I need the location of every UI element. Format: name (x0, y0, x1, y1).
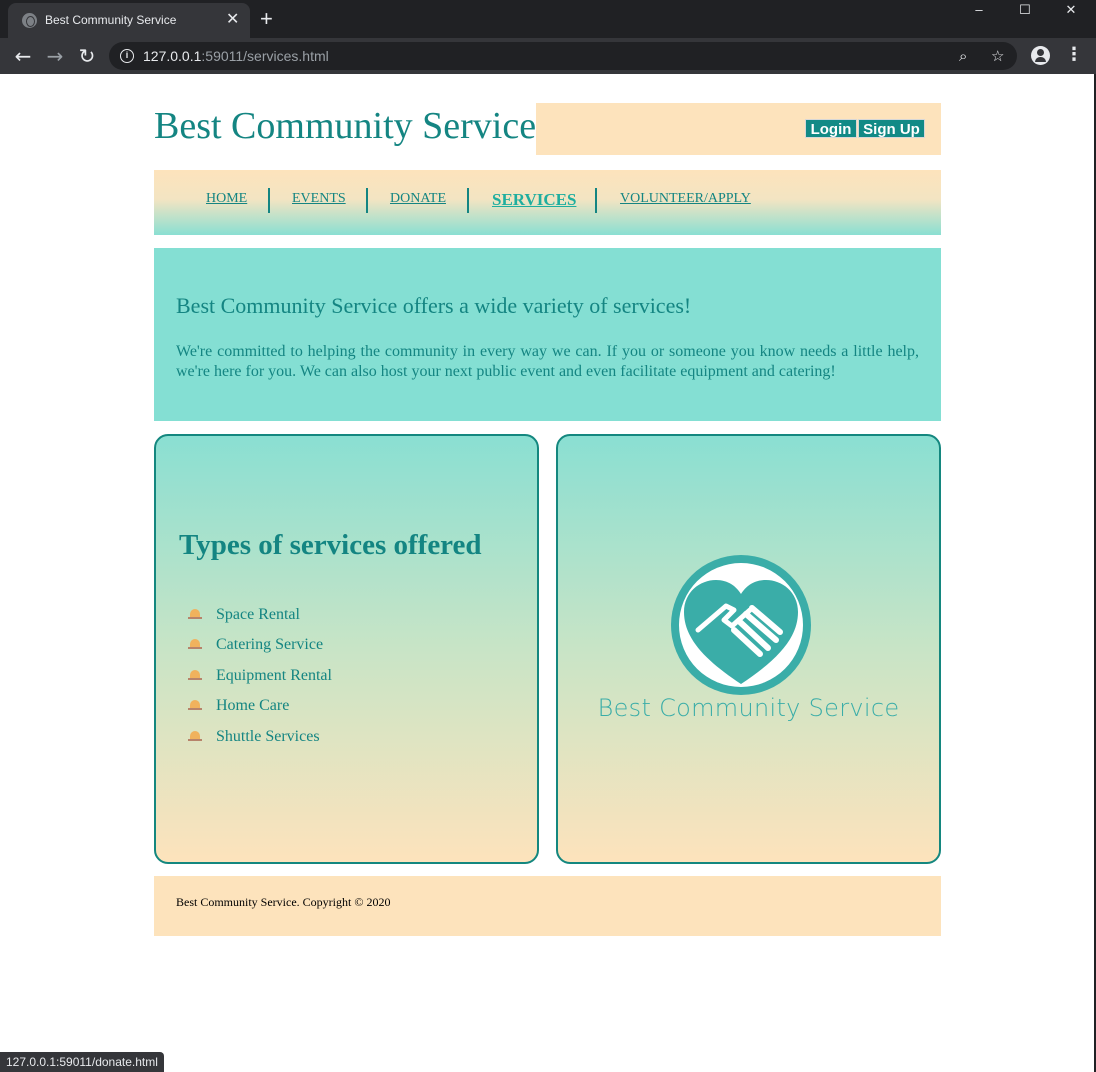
service-label: Shuttle Services (216, 728, 320, 745)
services-heading: Types of services offered (179, 529, 482, 561)
nav-divider (467, 188, 469, 213)
login-button[interactable]: Login (805, 119, 857, 138)
service-bell-icon (188, 700, 202, 711)
status-bar-url: 127.0.0.1:59011/donate.html (0, 1052, 164, 1072)
service-label: Home Care (216, 697, 290, 714)
intro-heading: Best Community Service offers a wide var… (176, 293, 692, 318)
menu-icon[interactable]: ⋮ (1065, 45, 1083, 65)
signup-button[interactable]: Sign Up (858, 119, 925, 138)
intro-text: We're committed to helping the community… (176, 343, 919, 380)
service-label: Space Rental (216, 606, 300, 623)
intro-panel: Best Community Service offers a wide var… (154, 248, 941, 421)
globe-icon (22, 13, 37, 28)
nav-services-link[interactable]: SERVICES (492, 190, 576, 210)
footer-copyright: Best Community Service. Copyright © 2020 (176, 895, 391, 909)
nav-divider (366, 188, 368, 213)
service-bell-icon (188, 639, 202, 650)
forward-button[interactable]: → (43, 44, 67, 68)
browser-toolbar: ← → ↻ i 127.0.0.1:59011/services.html ⌕ … (0, 38, 1096, 74)
service-bell-icon (188, 609, 202, 620)
main-nav: HOME EVENTS DONATE SERVICES VOLUNTEER/AP… (154, 170, 941, 235)
browser-tab-bar: Best Community Service ✕ + – ☐ ✕ (0, 0, 1096, 38)
service-label: Catering Service (216, 636, 324, 653)
service-label: Equipment Rental (216, 667, 332, 684)
services-card: Types of services offered Space Rental C… (154, 434, 539, 864)
tab-title: Best Community Service (45, 13, 177, 27)
nav-events-link[interactable]: EVENTS (292, 191, 346, 207)
handshake-heart-logo-icon (671, 555, 811, 695)
zoom-icon[interactable]: ⌕ (959, 46, 967, 66)
service-bell-icon (188, 670, 202, 681)
logo-card: Best Community Service (556, 434, 941, 864)
nav-divider (595, 188, 597, 213)
nav-donate-link[interactable]: DONATE (390, 191, 446, 207)
profile-icon[interactable] (1031, 46, 1050, 65)
site-info-icon[interactable]: i (120, 49, 134, 63)
close-tab-icon[interactable]: ✕ (226, 10, 239, 30)
maximize-button[interactable]: ☐ (1002, 0, 1048, 22)
address-bar[interactable]: i 127.0.0.1:59011/services.html ⌕ ☆ (109, 42, 1017, 70)
web-page: Best Community Service Login Sign Up HOM… (0, 74, 1096, 1072)
reload-button[interactable]: ↻ (75, 44, 99, 68)
url-text: 127.0.0.1:59011/services.html (143, 48, 329, 64)
site-title: Best Community Service (154, 105, 537, 147)
auth-box: Login Sign Up (536, 103, 941, 155)
nav-home-link[interactable]: HOME (206, 191, 247, 207)
browser-tab[interactable]: Best Community Service ✕ (8, 3, 250, 38)
nav-volunteer-link[interactable]: VOLUNTEER/APPLY (620, 191, 751, 207)
minimize-button[interactable]: – (956, 0, 1002, 22)
close-window-button[interactable]: ✕ (1048, 0, 1094, 22)
bookmark-star-icon[interactable]: ☆ (991, 46, 1004, 66)
back-button[interactable]: ← (11, 44, 35, 68)
logo-text: Best Community Service (597, 694, 900, 722)
nav-divider (268, 188, 270, 213)
footer: Best Community Service. Copyright © 2020 (154, 876, 941, 936)
new-tab-button[interactable]: + (260, 8, 273, 30)
service-bell-icon (188, 731, 202, 742)
